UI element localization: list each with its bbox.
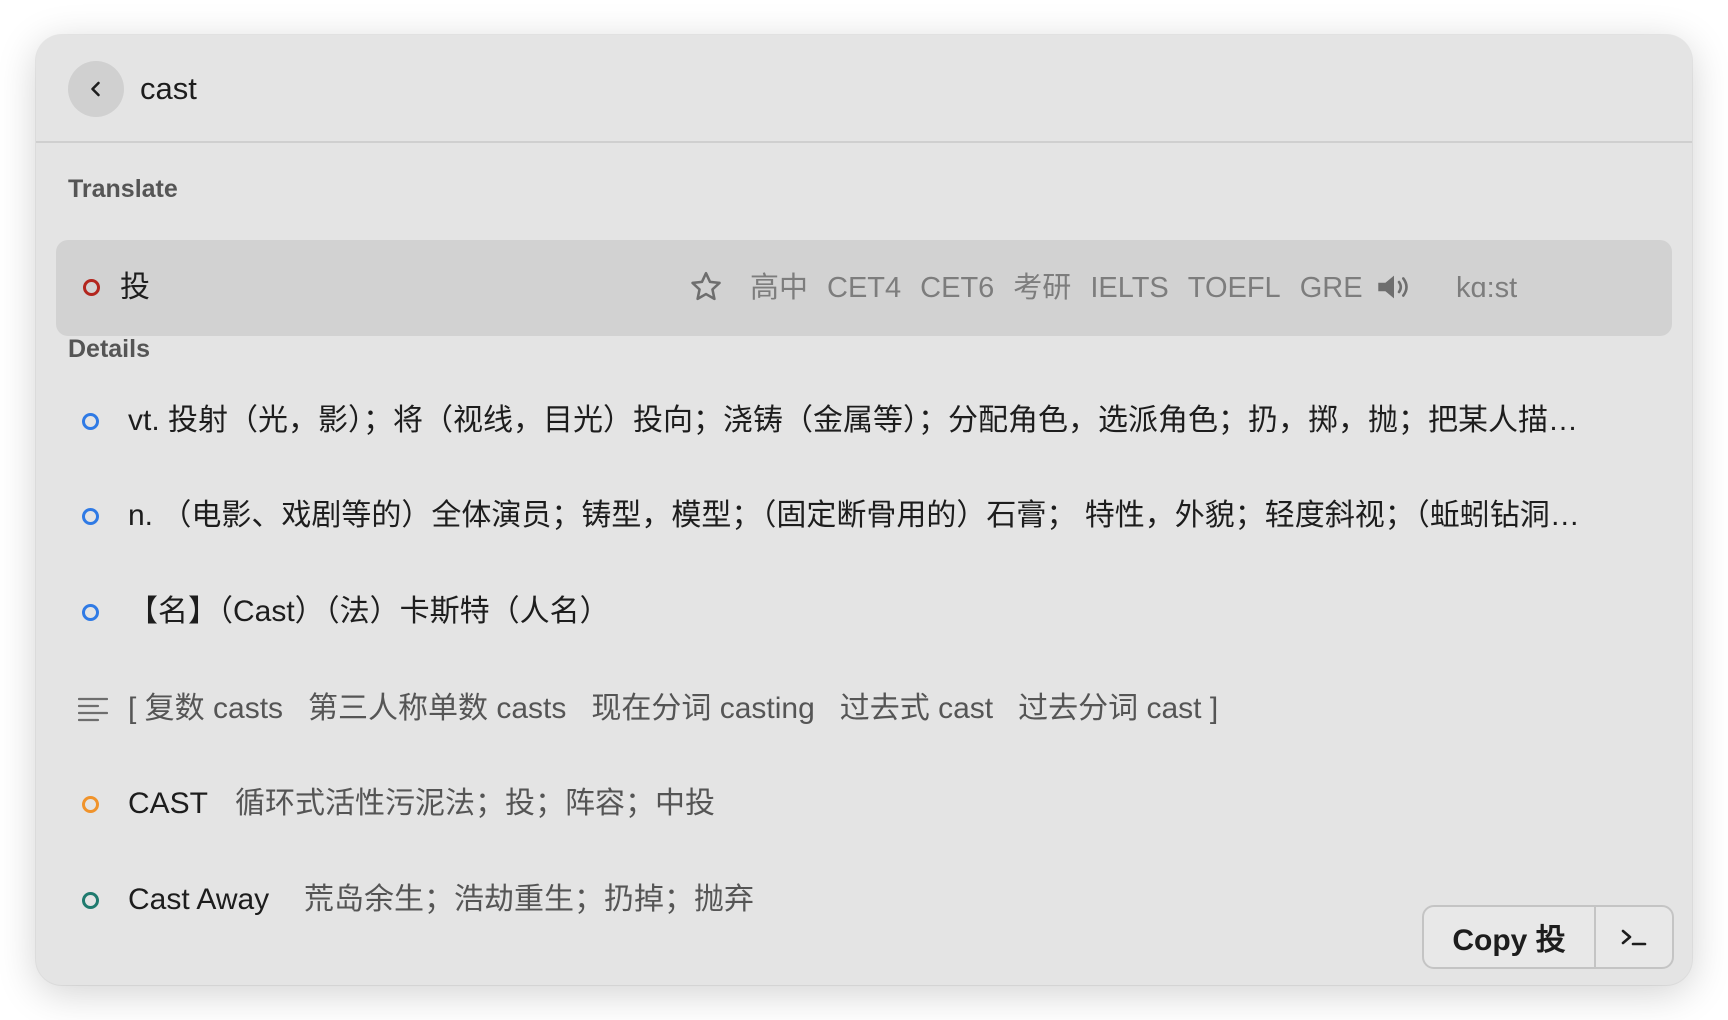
details-section-title: Details [68, 335, 150, 363]
definition-text: vt. 投射（光，影）；将（视线，目光）投向；浇铸（金属等）；分配角色，选派角色… [128, 404, 1579, 437]
word-forms-item[interactable]: [ 复数 casts 第三人称单数 casts 现在分词 casting 过去式… [36, 661, 1692, 757]
definition-item[interactable]: n. （电影、戏剧等的）全体演员；铸型，模型；（固定断骨用的）石膏； 特性，外貌… [36, 469, 1692, 565]
translated-word: 投 [120, 271, 150, 304]
tag-toefl: TOEFL [1187, 272, 1281, 304]
search-input[interactable]: cast [140, 71, 197, 107]
exam-tags: 高中 CET4 CET6 考研 IELTS TOEFL GRE [750, 270, 1382, 306]
definition-dot-icon [82, 508, 99, 525]
definition-dot-icon [82, 413, 99, 430]
star-icon[interactable] [688, 269, 724, 305]
action-bar: Copy 投 [1422, 905, 1674, 969]
definition-item[interactable]: 【名】（Cast）（法）卡斯特（人名） [36, 565, 1692, 661]
dictionary-window: cast Translate 投 高中 CET4 CET6 考研 IELTS T… [36, 35, 1692, 985]
search-header: cast [36, 35, 1692, 143]
tag-kaoyan: 考研 [1013, 272, 1072, 304]
phrase-dot-icon [82, 892, 99, 909]
terminal-icon [1621, 929, 1647, 946]
definition-item[interactable]: vt. 投射（光，影）；将（视线，目光）投向；浇铸（金属等）；分配角色，选派角色… [36, 373, 1692, 469]
text-lines-icon [78, 697, 108, 722]
phrase-term: CAST [128, 787, 209, 820]
phrase-meaning: 荒岛余生；浩劫重生；扔掉；抛弃 [304, 883, 754, 916]
tag-ielts: IELTS [1090, 272, 1169, 304]
terminal-button[interactable] [1596, 907, 1672, 967]
translate-section-title: Translate [68, 175, 178, 203]
tag-cet4: CET4 [827, 272, 902, 304]
translate-result-row[interactable]: 投 高中 CET4 CET6 考研 IELTS TOEFL GRE kɑ:st [56, 240, 1672, 336]
status-dot-icon [83, 279, 100, 296]
copy-button[interactable]: Copy 投 [1424, 907, 1596, 967]
tag-gaozhong: 高中 [750, 272, 809, 304]
back-button[interactable] [68, 61, 124, 117]
phonetic: kɑ:st [1456, 272, 1518, 304]
tag-cet6: CET6 [920, 272, 995, 304]
definition-dot-icon [82, 604, 99, 621]
tag-gre: GRE [1299, 272, 1363, 304]
speaker-icon[interactable] [1374, 269, 1414, 305]
phrase-meaning: 循环式活性污泥法；投；阵容；中投 [235, 787, 715, 820]
chevron-left-icon [91, 81, 100, 97]
definition-text: n. （电影、戏剧等的）全体演员；铸型，模型；（固定断骨用的）石膏； 特性，外貌… [128, 499, 1580, 532]
phrase-item[interactable]: CAST 循环式活性污泥法；投；阵容；中投 [36, 757, 1692, 853]
phrase-term: Cast Away [128, 883, 270, 916]
word-forms-text: [ 复数 casts 第三人称单数 casts 现在分词 casting 过去式… [128, 692, 1219, 725]
definition-text: 【名】（Cast）（法）卡斯特（人名） [128, 595, 610, 628]
phrase-dot-icon [82, 796, 99, 813]
